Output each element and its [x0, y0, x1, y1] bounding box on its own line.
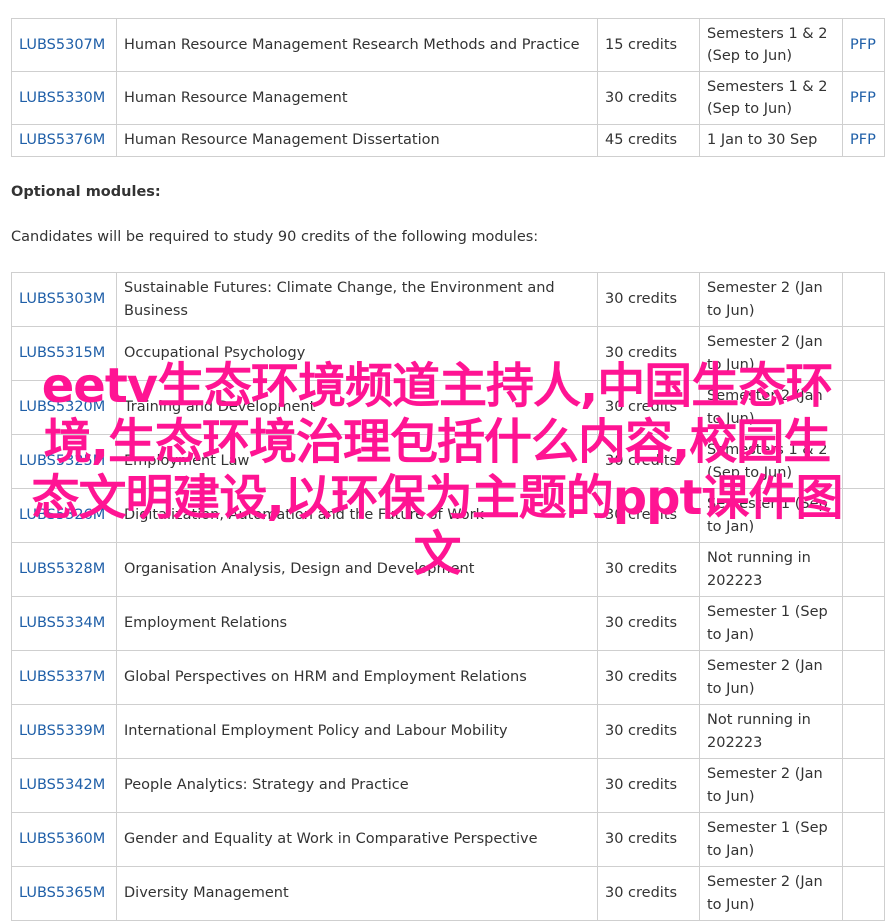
empty-cell: [842, 596, 885, 651]
module-code-link[interactable]: LUBS5365M: [19, 885, 105, 901]
module-credits: 30 credits: [597, 272, 700, 327]
empty-cell: [842, 758, 885, 813]
module-credits: 45 credits: [597, 124, 700, 157]
table-row: LUBS5360M Gender and Equality at Work in…: [11, 812, 885, 867]
overlay-caption: eetv生态环境频道主持人,中国生态环境,生态环境治理包括什么内容,校园生态文明…: [31, 358, 844, 582]
module-semester: Semesters 1 & 2 (Sep to Jun): [699, 71, 843, 125]
table-row: LUBS5376M Human Resource Management Diss…: [11, 124, 885, 157]
table-row: LUBS5307M Human Resource Management Rese…: [11, 18, 885, 72]
module-semester: Semester 1 (Sep to Jan): [699, 596, 843, 651]
module-credits: 30 credits: [597, 650, 700, 705]
table-row: LUBS5334M Employment Relations 30 credit…: [11, 596, 885, 651]
module-title: Human Resource Management Dissertation: [116, 124, 598, 157]
module-credits: 30 credits: [597, 596, 700, 651]
table-row: LUBS5330M Human Resource Management 30 c…: [11, 71, 885, 125]
module-semester: Semester 2 (Jan to Jun): [699, 866, 843, 921]
module-credits: 30 credits: [597, 812, 700, 867]
module-title: Sustainable Futures: Climate Change, the…: [116, 272, 598, 327]
pfp-link[interactable]: PFP: [850, 132, 876, 148]
table-row: LUBS5303M Sustainable Futures: Climate C…: [11, 272, 885, 327]
module-code-link[interactable]: LUBS5339M: [19, 723, 105, 739]
module-semester: Semesters 1 & 2 (Sep to Jun): [699, 18, 843, 72]
pfp-link[interactable]: PFP: [850, 90, 876, 106]
module-title: International Employment Policy and Labo…: [116, 704, 598, 759]
module-code-link[interactable]: LUBS5334M: [19, 615, 105, 631]
table-row: LUBS5337M Global Perspectives on HRM and…: [11, 650, 885, 705]
optional-modules-note: Candidates will be required to study 90 …: [11, 229, 539, 245]
module-semester: Semester 2 (Jan to Jun): [699, 758, 843, 813]
table-row: LUBS5339M International Employment Polic…: [11, 704, 885, 759]
empty-cell: [842, 812, 885, 867]
module-code-link[interactable]: LUBS5307M: [19, 37, 105, 53]
empty-cell: [842, 272, 885, 327]
module-semester: Semester 2 (Jan to Jun): [699, 650, 843, 705]
module-title: People Analytics: Strategy and Practice: [116, 758, 598, 813]
module-code-link[interactable]: LUBS5303M: [19, 291, 105, 307]
module-code-link[interactable]: LUBS5342M: [19, 777, 105, 793]
table-row: LUBS5365M Diversity Management 30 credit…: [11, 866, 885, 921]
module-title: Diversity Management: [116, 866, 598, 921]
module-code-link[interactable]: LUBS5337M: [19, 669, 105, 685]
module-title: Gender and Equality at Work in Comparati…: [116, 812, 598, 867]
module-credits: 15 credits: [597, 18, 700, 72]
table-row: LUBS5342M People Analytics: Strategy and…: [11, 758, 885, 813]
module-credits: 30 credits: [597, 71, 700, 125]
optional-modules-heading: Optional modules:: [11, 184, 161, 200]
module-semester: Semester 2 (Jan to Jun): [699, 272, 843, 327]
empty-cell: [842, 866, 885, 921]
module-title: Human Resource Management: [116, 71, 598, 125]
module-title: Human Resource Management Research Metho…: [116, 18, 598, 72]
module-semester: 1 Jan to 30 Sep: [699, 124, 843, 157]
module-semester: Semester 1 (Sep to Jan): [699, 812, 843, 867]
empty-cell: [842, 704, 885, 759]
core-modules-table: LUBS5307M Human Resource Management Rese…: [11, 18, 885, 157]
module-credits: 30 credits: [597, 704, 700, 759]
module-title: Global Perspectives on HRM and Employmen…: [116, 650, 598, 705]
module-code-link[interactable]: LUBS5330M: [19, 90, 105, 106]
module-title: Employment Relations: [116, 596, 598, 651]
module-credits: 30 credits: [597, 866, 700, 921]
pfp-link[interactable]: PFP: [850, 37, 876, 53]
module-credits: 30 credits: [597, 758, 700, 813]
module-semester: Not running in 202223: [699, 704, 843, 759]
empty-cell: [842, 650, 885, 705]
module-code-link[interactable]: LUBS5360M: [19, 831, 105, 847]
module-code-link[interactable]: LUBS5376M: [19, 132, 105, 148]
